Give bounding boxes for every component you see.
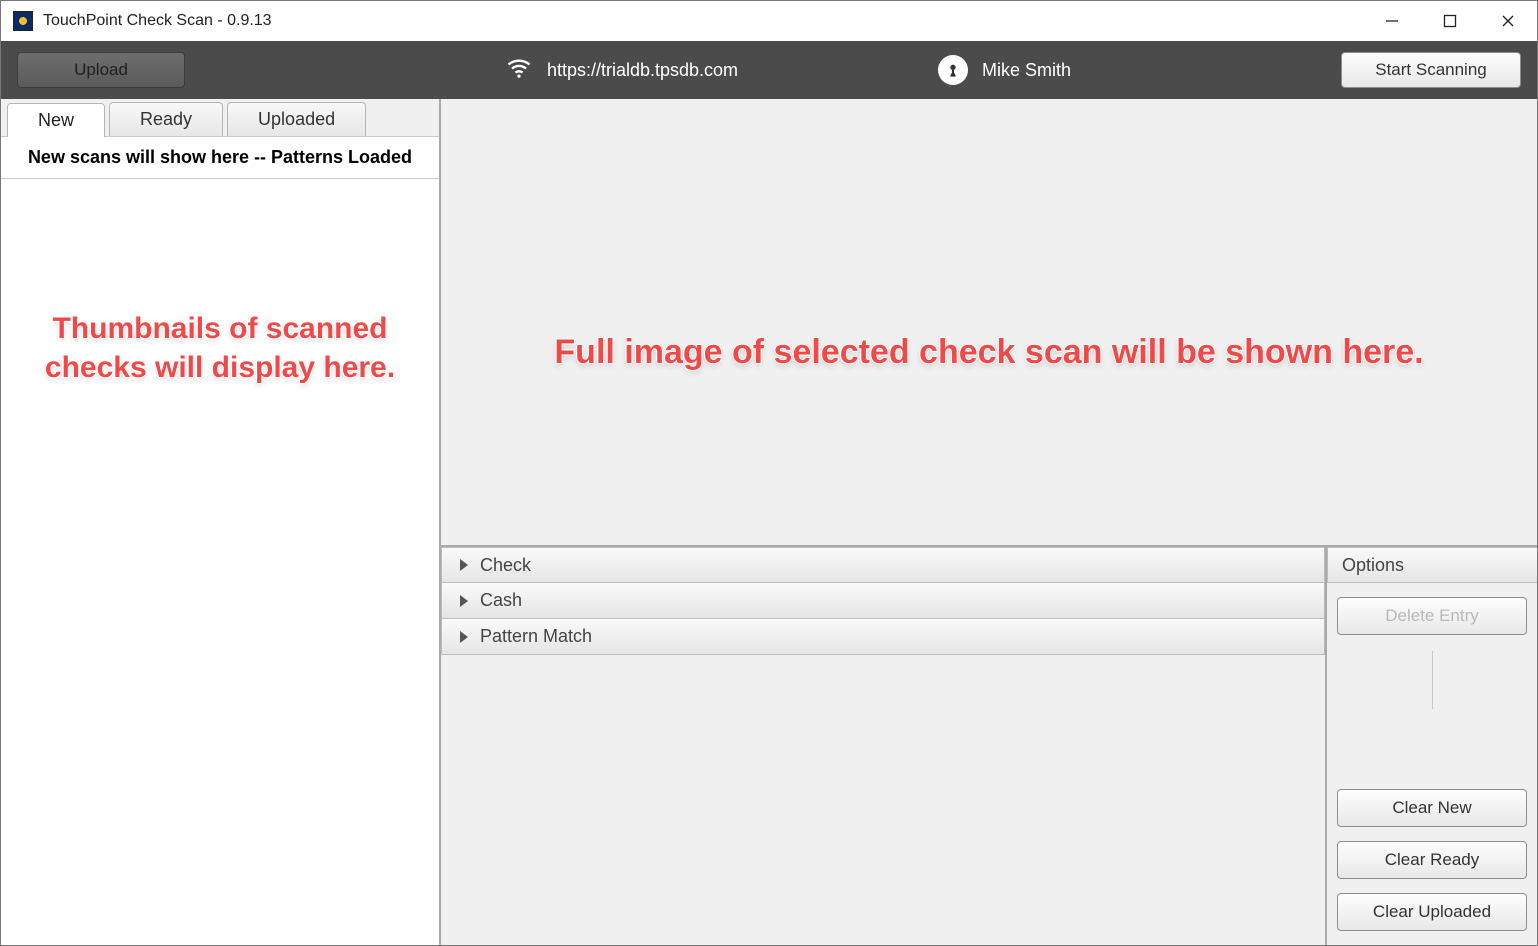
caret-right-icon xyxy=(460,631,468,643)
options-panel: Options Delete Entry Clear New Clear Rea… xyxy=(1327,547,1537,945)
accordion-cash[interactable]: Cash xyxy=(441,583,1325,619)
tab-new[interactable]: New xyxy=(7,103,105,137)
clear-uploaded-button[interactable]: Clear Uploaded xyxy=(1337,893,1527,931)
tab-uploaded[interactable]: Uploaded xyxy=(227,102,366,136)
accordion-pattern-match[interactable]: Pattern Match xyxy=(441,619,1325,655)
options-divider xyxy=(1432,651,1433,709)
preview-area: Full image of selected check scan will b… xyxy=(441,99,1537,547)
caret-right-icon xyxy=(460,595,468,607)
caret-right-icon xyxy=(460,559,468,571)
thumbnail-area: Thumbnails of scanned checks will displa… xyxy=(1,179,439,945)
scan-status-text: New scans will show here -- Patterns Loa… xyxy=(1,137,439,179)
accordion-pattern-label: Pattern Match xyxy=(480,626,592,647)
thumbnail-annotation: Thumbnails of scanned checks will displa… xyxy=(1,309,439,387)
accordion-check[interactable]: Check xyxy=(441,547,1325,583)
username: Mike Smith xyxy=(982,60,1071,81)
clear-new-button[interactable]: Clear New xyxy=(1337,789,1527,827)
right-pane: Full image of selected check scan will b… xyxy=(441,99,1537,945)
upload-button[interactable]: Upload xyxy=(17,52,185,88)
accordion-check-label: Check xyxy=(480,555,531,576)
preview-annotation: Full image of selected check scan will b… xyxy=(554,270,1423,374)
titlebar: TouchPoint Check Scan - 0.9.13 xyxy=(1,1,1537,41)
options-header: Options xyxy=(1327,547,1537,583)
connection-url-block: https://trialdb.tpsdb.com xyxy=(505,54,738,87)
wifi-icon xyxy=(505,54,533,87)
delete-entry-button[interactable]: Delete Entry xyxy=(1337,597,1527,635)
maximize-button[interactable] xyxy=(1421,1,1479,41)
main-toolbar: Upload https://trialdb.tpsdb.com Mike xyxy=(1,41,1537,99)
clear-ready-button[interactable]: Clear Ready xyxy=(1337,841,1527,879)
connection-url: https://trialdb.tpsdb.com xyxy=(547,60,738,81)
tab-ready[interactable]: Ready xyxy=(109,102,223,136)
user-block: Mike Smith xyxy=(938,55,1071,85)
app-icon xyxy=(13,11,33,31)
scan-tabs: New Ready Uploaded xyxy=(1,99,439,137)
user-avatar-icon xyxy=(938,55,968,85)
accordion-cash-label: Cash xyxy=(480,590,522,611)
close-button[interactable] xyxy=(1479,1,1537,41)
start-scanning-button[interactable]: Start Scanning xyxy=(1341,52,1521,88)
left-pane: New Ready Uploaded New scans will show h… xyxy=(1,99,441,945)
minimize-button[interactable] xyxy=(1363,1,1421,41)
detail-accordion: Check Cash Pattern Match xyxy=(441,547,1327,945)
window-title: TouchPoint Check Scan - 0.9.13 xyxy=(43,12,272,30)
